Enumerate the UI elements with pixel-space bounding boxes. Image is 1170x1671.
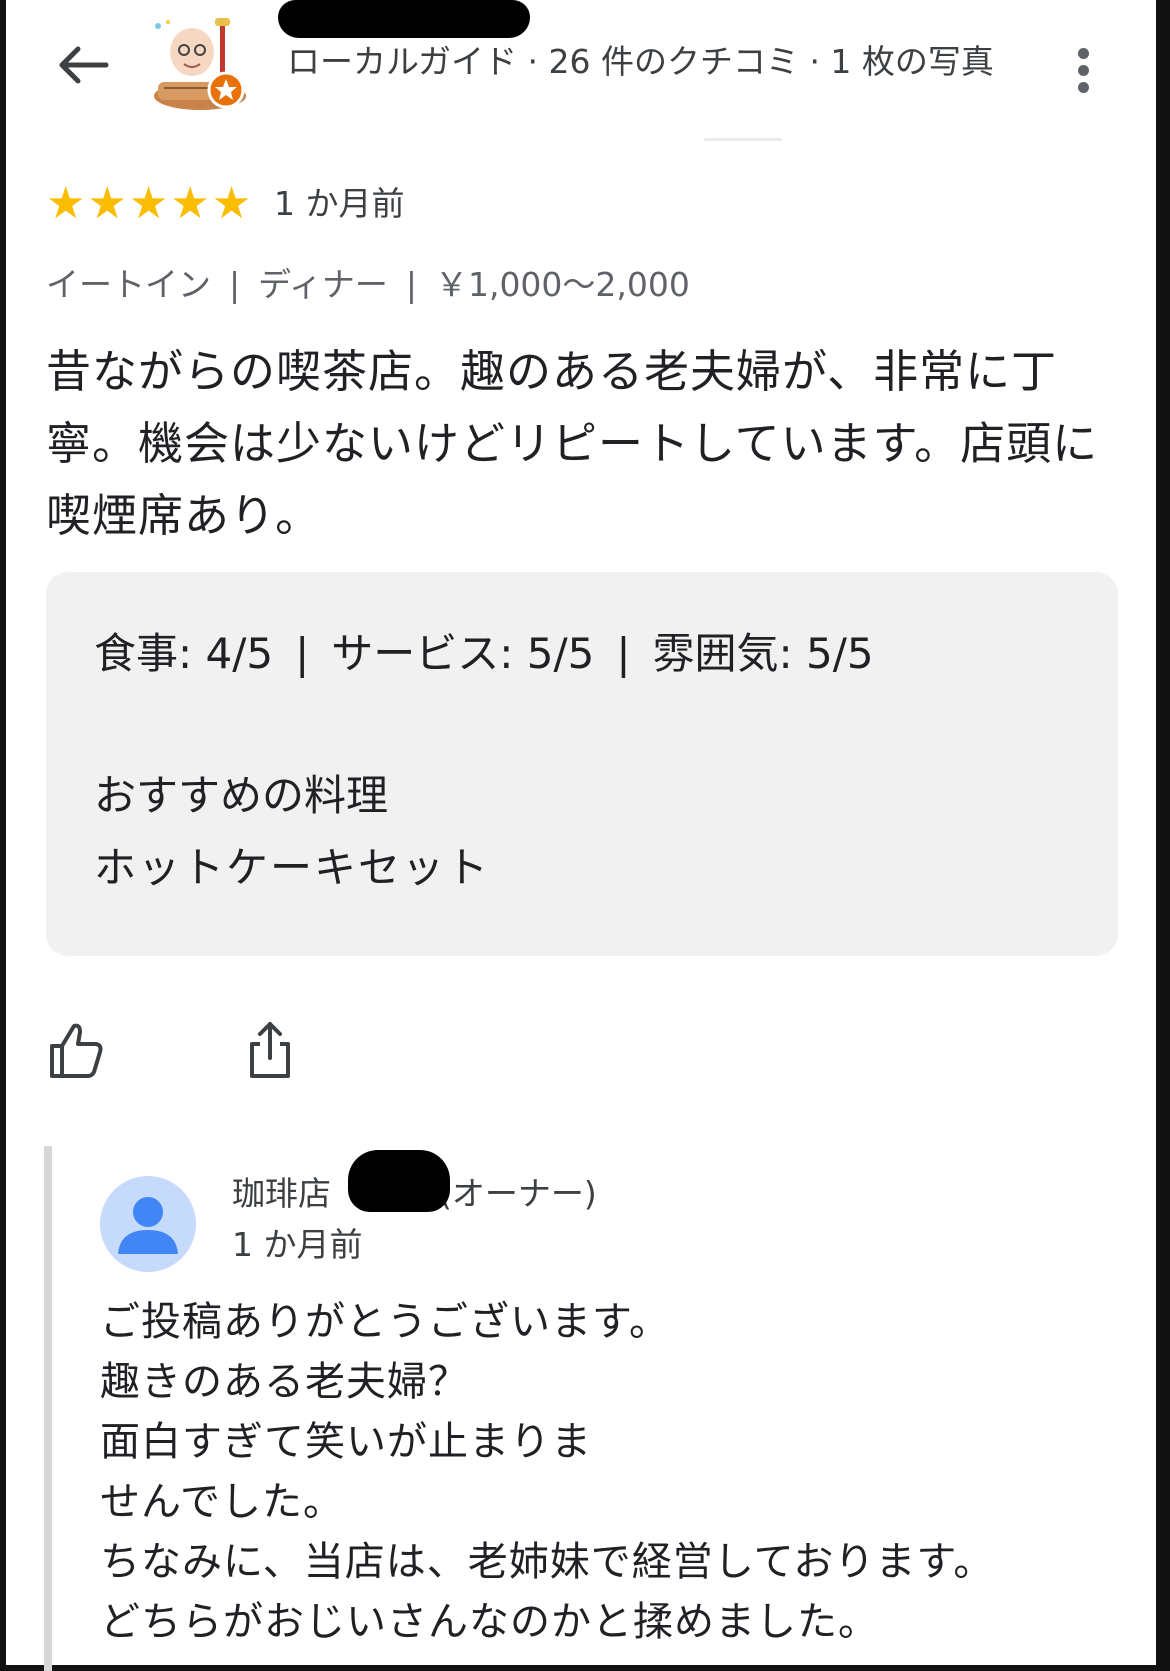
- thumbs-up-icon: [50, 1023, 103, 1078]
- reply-line: ご投稿ありがとうございます。: [100, 1299, 670, 1345]
- star-rating: ★ ★ ★ ★ ★: [46, 182, 251, 226]
- review-tags: イートイン | ディナー | ￥1,000～2,000: [46, 262, 690, 308]
- like-button[interactable]: [44, 1018, 108, 1082]
- owner-reply-text: ご投稿ありがとうございます。 趣きのある老夫婦？ 面白すぎて笑いが止まりま せん…: [100, 1292, 1120, 1652]
- frame-bottom-edge: [0, 1665, 1170, 1671]
- tag-meal-type: ディナー: [258, 265, 388, 304]
- frame-right-edge: [1156, 0, 1170, 1671]
- score-food: 食事: 4/5: [94, 629, 274, 678]
- reviewer-meta[interactable]: ローカルガイド · 26 件のクチコミ · 1 枚の写真: [287, 38, 1027, 86]
- star-icon: ★: [128, 178, 169, 229]
- frame-left-edge: [0, 0, 6, 1671]
- star-icon: ★: [87, 178, 127, 229]
- reply-line: どちらがおじいさんなのかと揉めました。: [100, 1599, 879, 1645]
- review-text: 昔ながらの喫茶店。趣のある老夫婦が、非常に丁寧。機会は少ないけどリピートしていま…: [46, 345, 1099, 542]
- reply-line: 趣きのある老夫婦？: [100, 1359, 469, 1405]
- tag-service-type: イートイン: [46, 265, 211, 304]
- more-vert-icon-dot: [1077, 81, 1089, 93]
- reviewer-avatar[interactable]: [150, 16, 256, 116]
- score-separator: |: [295, 629, 310, 678]
- share-icon: [250, 1022, 290, 1078]
- share-button[interactable]: [238, 1018, 302, 1082]
- more-options-button[interactable]: [1050, 30, 1116, 110]
- owner-avatar: [100, 1176, 196, 1272]
- back-button[interactable]: [48, 30, 118, 100]
- tag-separator: |: [405, 265, 417, 304]
- reply-indent-bar: [44, 1146, 52, 1671]
- more-vert-icon: [1077, 47, 1089, 59]
- tag-separator: |: [229, 265, 241, 304]
- reply-line: せんでした。: [100, 1479, 344, 1525]
- back-arrow-icon: [59, 46, 109, 84]
- score-atmosphere: 雰囲気: 5/5: [652, 629, 874, 678]
- review-time: 1 か月前: [274, 184, 405, 223]
- score-separator: |: [616, 629, 631, 678]
- redacted-owner-name: [348, 1150, 450, 1212]
- redacted-reviewer-name: [278, 0, 530, 38]
- tag-price-range: ￥1,000～2,000: [434, 265, 690, 304]
- owner-role: (オーナー): [439, 1174, 597, 1213]
- aspect-scores: 食事: 4/5 | サービス: 5/5 | 雰囲気: 5/5: [94, 626, 874, 682]
- review-details-card: 食事: 4/5 | サービス: 5/5 | 雰囲気: 5/5 おすすめの料理 ホットケー…: [46, 572, 1118, 956]
- header-divider: [704, 138, 782, 141]
- reply-line: ちなみに、当店は、老姉妹で経営しております。: [100, 1539, 995, 1585]
- owner-reply-time: 1 か月前: [232, 1225, 363, 1264]
- star-icon: ★: [46, 178, 86, 229]
- score-service: サービス: 5/5: [331, 629, 595, 678]
- recommended-dishes-heading: おすすめの料理: [94, 771, 389, 820]
- reply-line: 面白すぎて笑いが止まりま: [100, 1419, 592, 1465]
- star-icon: ★: [211, 178, 252, 229]
- owner-name-prefix: 珈琲店: [232, 1174, 331, 1213]
- star-icon: ★: [170, 178, 210, 229]
- recommended-dish: ホットケーキセット: [94, 843, 491, 892]
- more-vert-icon-dot: [1077, 64, 1089, 76]
